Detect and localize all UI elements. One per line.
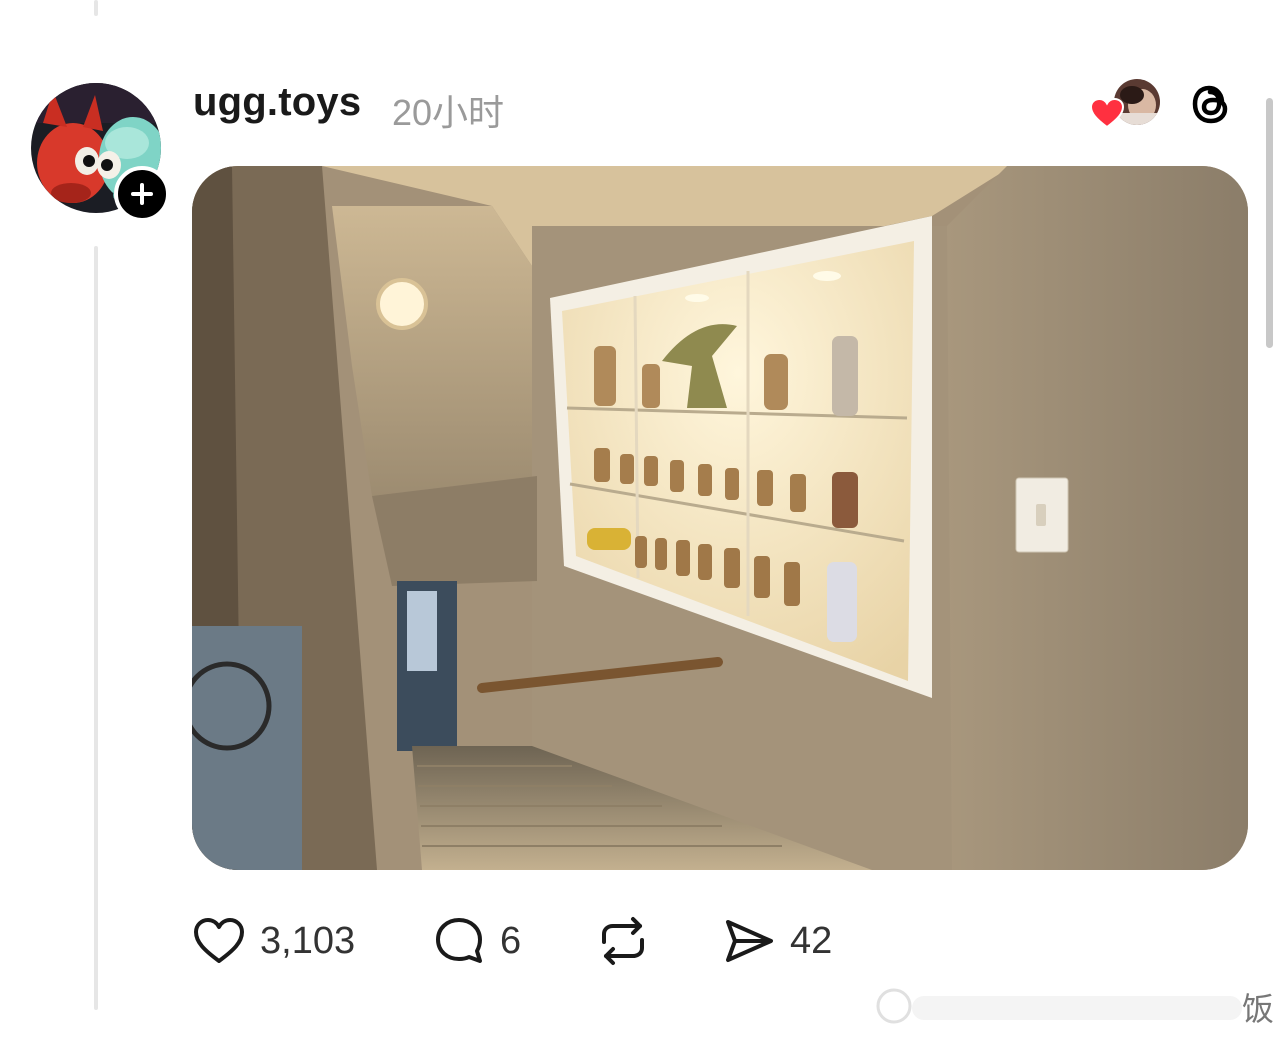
reply-bubble-icon xyxy=(436,918,482,963)
post-timestamp: 20小时 xyxy=(392,92,505,133)
send-icon xyxy=(726,920,773,962)
plus-icon xyxy=(131,183,153,205)
reply-count: 6 xyxy=(500,919,522,962)
threads-logo-icon[interactable] xyxy=(1188,80,1236,128)
repost-button[interactable] xyxy=(594,912,652,970)
heart-icon xyxy=(194,918,244,963)
watermark-text: 饭 xyxy=(1241,990,1274,1028)
repost-icon xyxy=(602,917,644,965)
post-image[interactable] xyxy=(192,166,1248,870)
watermark: 饭 xyxy=(872,982,1284,1028)
like-count: 3,103 xyxy=(260,919,356,962)
share-count: 42 xyxy=(790,919,833,962)
reply-button[interactable]: 6 xyxy=(432,912,521,970)
thread-line xyxy=(94,246,98,1010)
share-button[interactable]: 42 xyxy=(722,912,832,970)
thread-line-top xyxy=(94,0,98,16)
like-button[interactable]: 3,103 xyxy=(192,912,355,970)
post-username[interactable]: ugg.toys xyxy=(193,80,361,125)
follow-button[interactable] xyxy=(114,166,170,222)
scrollbar[interactable] xyxy=(1266,98,1273,348)
liked-heart-icon xyxy=(1090,98,1124,128)
